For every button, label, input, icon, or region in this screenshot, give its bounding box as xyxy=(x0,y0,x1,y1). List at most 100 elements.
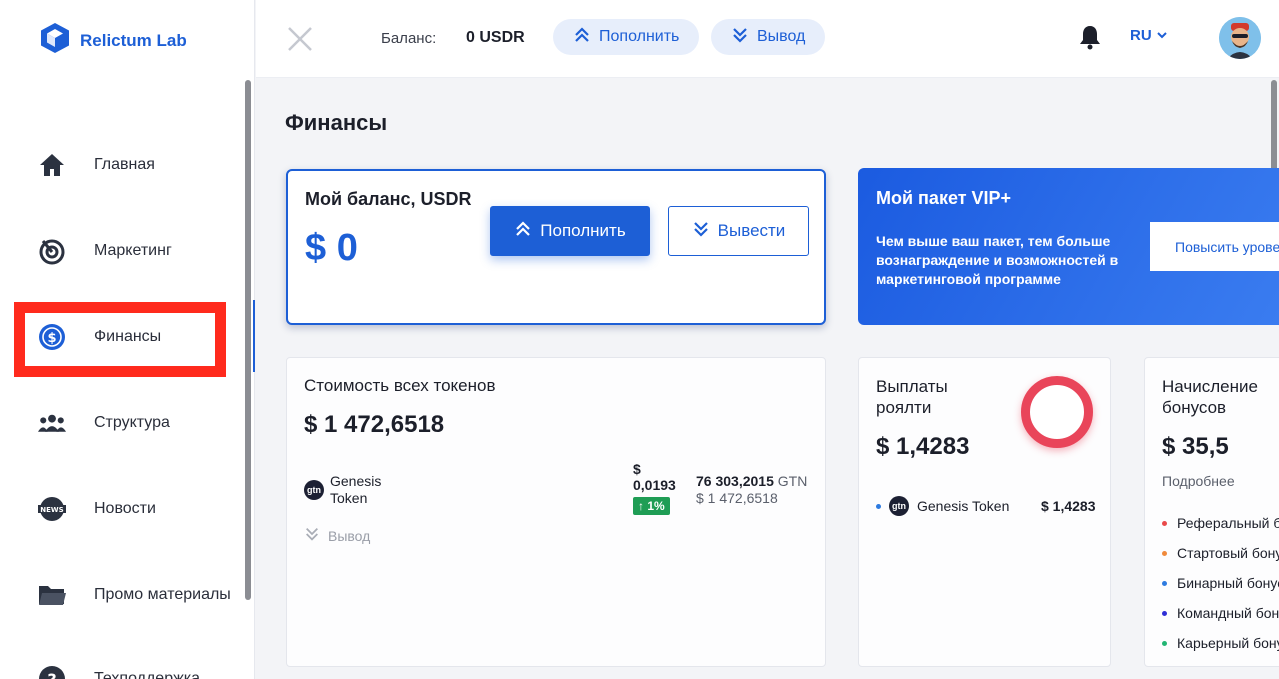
vip-card-description: Чем выше ваш пакет, тем больше вознаграж… xyxy=(876,233,1119,287)
brand-name: Relictum Lab xyxy=(80,30,187,50)
header-withdraw-label: Вывод xyxy=(757,28,806,45)
legend-dot xyxy=(1162,550,1167,556)
brand-logo[interactable]: Relictum Lab xyxy=(40,22,187,59)
sidebar-item-promo[interactable]: Промо материалы xyxy=(38,581,231,609)
upgrade-button-label: Повысить уровень xyxy=(1175,238,1279,255)
bonus-item-label: Стартовый бонус xyxy=(1177,545,1279,561)
svg-text:NEWS: NEWS xyxy=(40,506,63,514)
header-topup-label: Пополнить xyxy=(599,28,680,45)
tokens-value-card: Стоимость всех токенов $ 1 472,6518 gtn … xyxy=(286,357,826,667)
token-amount-unit: GTN xyxy=(777,473,808,489)
double-chevron-down-icon xyxy=(731,26,749,49)
royalty-item-name: Genesis Token xyxy=(917,498,1010,514)
bonus-item-referral: Реферальный бонус xyxy=(1162,515,1279,531)
sidebar-item-marketing[interactable]: Маркетинг xyxy=(38,237,172,265)
highlight-box xyxy=(14,302,226,377)
royalty-payouts-card: Выплаты роялти $ 1,4283 gtn Genesis Toke… xyxy=(858,357,1111,667)
sidebar-item-label: Промо материалы xyxy=(94,586,231,603)
topup-button-label: Пополнить xyxy=(540,221,626,240)
bell-icon[interactable] xyxy=(1079,24,1101,55)
users-icon xyxy=(38,409,66,437)
token-withdraw-label: Вывод xyxy=(328,527,371,544)
royalty-donut-chart xyxy=(1021,376,1093,448)
royalty-card-title: Выплаты роялти xyxy=(876,376,948,418)
chevron-down-icon xyxy=(1156,27,1168,44)
withdraw-button-label: Вывести xyxy=(717,221,786,240)
token-name-line2: Token xyxy=(330,490,368,506)
sidebar-item-label: Новости xyxy=(94,500,156,517)
sidebar-item-label: Маркетинг xyxy=(94,242,172,259)
bonus-accruals-card: Начисление бонусов $ 35,5 Подробнее Рефе… xyxy=(1144,357,1279,667)
token-amount: 76 303,2015 xyxy=(696,473,774,489)
bonus-item-binary: Бинарный бонус xyxy=(1162,575,1279,591)
token-price-currency: $ xyxy=(633,461,641,477)
bonus-item-label: Командный бонус xyxy=(1177,605,1279,621)
language-selector[interactable]: RU xyxy=(1130,27,1168,44)
legend-dot xyxy=(1162,580,1167,586)
tokens-card-title: Стоимость всех токенов xyxy=(304,376,496,395)
page-title: Финансы xyxy=(285,110,388,135)
double-chevron-down-icon xyxy=(304,526,320,545)
token-name-line1: Genesis xyxy=(330,473,382,489)
token-amount-usd: $ 1 472,6518 xyxy=(696,490,778,506)
svg-text:?: ? xyxy=(47,670,56,679)
royalty-title-line2: роялти xyxy=(876,398,932,417)
withdraw-button[interactable]: Вывести xyxy=(668,206,809,256)
legend-dot xyxy=(1162,610,1167,616)
sidebar-scrollbar[interactable] xyxy=(245,80,251,600)
help-icon: ? xyxy=(38,665,66,679)
bonus-title-line1: Начисление xyxy=(1162,377,1258,396)
active-indicator xyxy=(253,300,255,372)
balance-card: Мой баланс, USDR $ 0 Пополнить Вывести xyxy=(286,169,826,325)
bonus-more-link[interactable]: Подробнее xyxy=(1162,473,1235,489)
legend-dot xyxy=(1162,520,1167,526)
header-balance-value: 0 USDR xyxy=(466,29,525,46)
royalty-card-total: $ 1,4283 xyxy=(876,433,970,460)
token-row: gtn Genesis Token xyxy=(304,473,381,507)
sidebar-item-structure[interactable]: Структура xyxy=(38,409,170,437)
news-globe-icon: NEWS xyxy=(38,495,66,523)
sidebar-item-news[interactable]: NEWS Новости xyxy=(38,495,156,523)
tokens-card-total: $ 1 472,6518 xyxy=(304,411,445,438)
header-balance-label: Баланс: xyxy=(381,30,437,47)
token-holdings: 76 303,2015 GTN $ 1 472,6518 xyxy=(696,473,807,507)
legend-dot xyxy=(876,503,881,509)
sidebar-item-label: Техподдержка xyxy=(94,670,201,679)
royalty-title-line1: Выплаты xyxy=(876,377,948,396)
bonus-card-title: Начисление бонусов xyxy=(1162,376,1258,418)
genesis-token-icon: gtn xyxy=(304,480,324,500)
language-label: RU xyxy=(1130,27,1152,44)
double-chevron-down-icon xyxy=(692,220,710,243)
vip-card-title: Мой пакет VIP+ xyxy=(876,188,1012,208)
bonus-card-total: $ 35,5 xyxy=(1162,433,1229,460)
bonus-item-career: Карьерный бонус xyxy=(1162,635,1279,651)
bonus-title-line2: бонусов xyxy=(1162,398,1227,417)
balance-card-title: Мой баланс, USDR xyxy=(305,189,472,209)
bonus-item-label: Бинарный бонус xyxy=(1177,575,1279,591)
bonus-item-label: Карьерный бонус xyxy=(1177,635,1279,651)
bonus-item-starter: Стартовый бонус xyxy=(1162,545,1279,561)
genesis-token-icon: gtn xyxy=(889,496,909,516)
topup-button[interactable]: Пополнить xyxy=(490,206,650,256)
user-avatar[interactable] xyxy=(1219,17,1261,59)
token-name: Genesis Token xyxy=(330,473,381,507)
bonus-item-label: Реферальный бонус xyxy=(1177,515,1279,531)
sidebar-item-support[interactable]: ? Техподдержка xyxy=(38,665,200,679)
token-withdraw-link[interactable]: Вывод xyxy=(304,526,370,545)
sidebar-item-home[interactable]: Главная xyxy=(38,151,155,179)
double-chevron-up-icon xyxy=(573,26,591,49)
header-topup-button[interactable]: Пополнить xyxy=(553,19,700,55)
token-price-value: 0,0193 xyxy=(633,477,676,493)
sidebar-item-label: Структура xyxy=(94,414,170,431)
close-icon[interactable] xyxy=(286,25,314,53)
upgrade-level-button[interactable]: Повысить уровень xyxy=(1150,222,1279,271)
cube-logo-icon xyxy=(40,22,70,59)
token-price: $ 0,0193 ↑ 1% xyxy=(633,461,676,515)
royalty-item: gtn Genesis Token xyxy=(876,496,1009,516)
royalty-item-value: $ 1,4283 xyxy=(1041,498,1096,514)
target-icon xyxy=(38,237,66,265)
header-withdraw-button[interactable]: Вывод xyxy=(711,19,826,55)
home-icon xyxy=(38,151,66,179)
vip-package-card: Мой пакет VIP+ Чем выше ваш пакет, тем б… xyxy=(858,168,1279,325)
bonus-item-team: Командный бонус xyxy=(1162,605,1279,621)
